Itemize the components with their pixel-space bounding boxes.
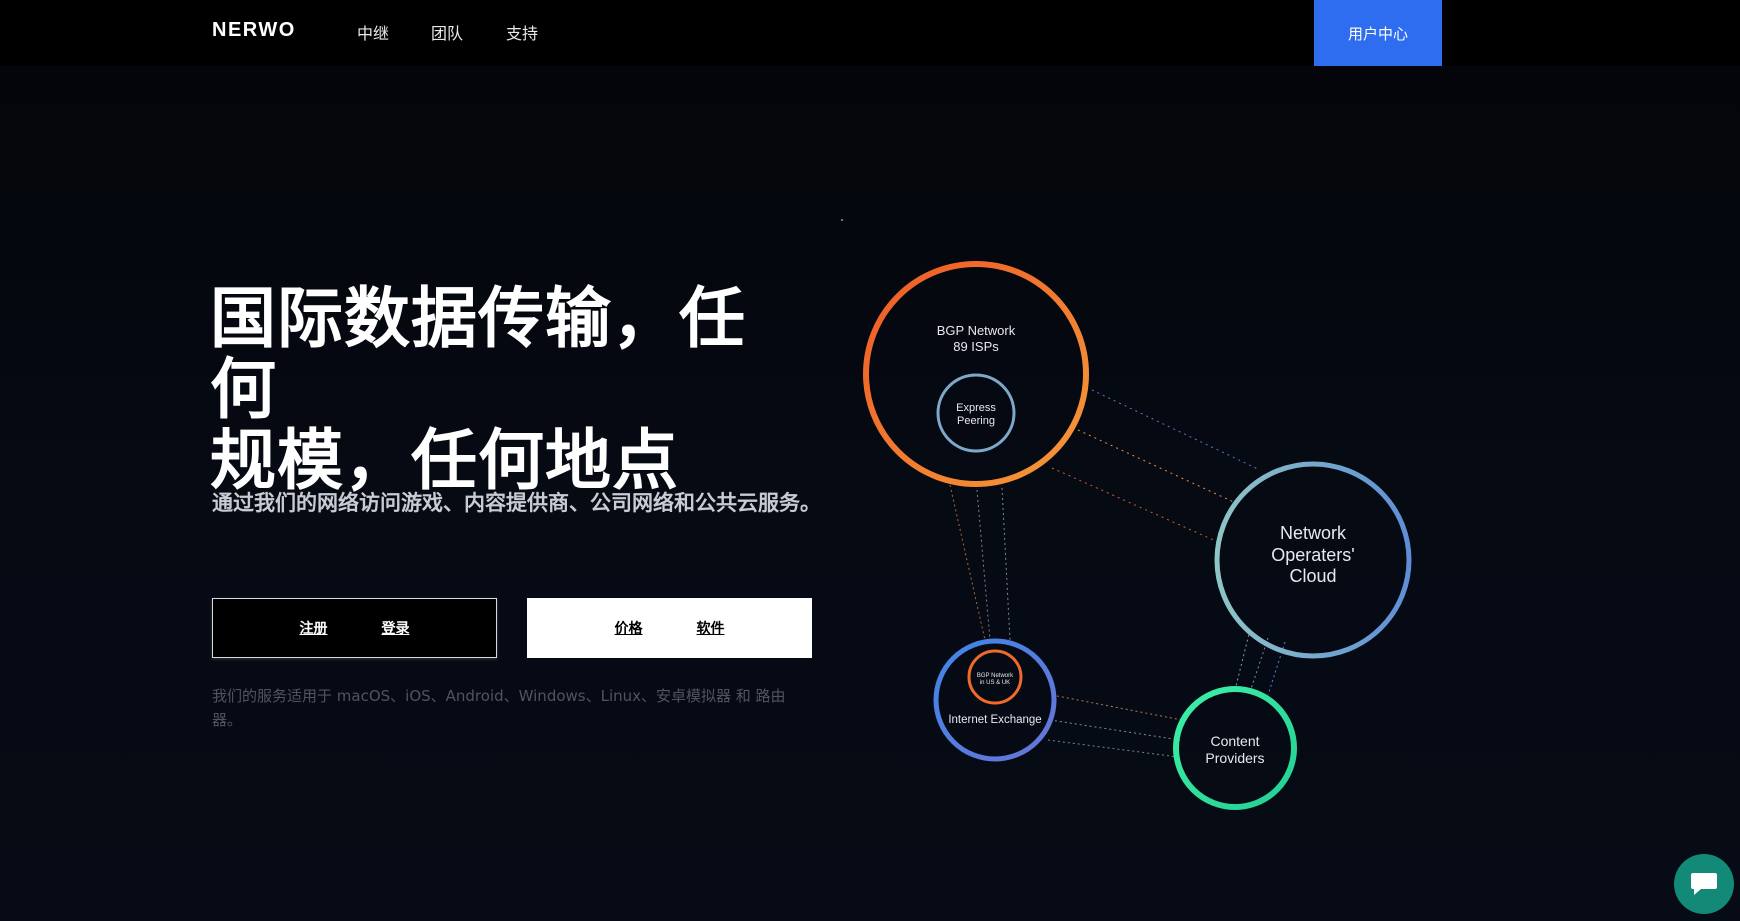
express-peering-label: Express Peering	[956, 402, 996, 428]
hero-headline: 国际数据传输，任何 规模，任何地点	[210, 283, 810, 496]
internet-exchange-label: Internet Exchange	[948, 714, 1042, 726]
hero-subtext: 通过我们的网络访问游戏、内容提供商、公司网络和公共云服务。	[212, 491, 821, 515]
headline-line-1: 国际数据传输，任何	[210, 280, 746, 428]
network-diagram: BGP Network 89 ISPs Express Peering Netw…	[830, 200, 1440, 840]
account-button-group: 注册 登录	[212, 598, 497, 658]
connection-ix-content	[1047, 694, 1183, 758]
platforms-note: 我们的服务适用于 macOS、iOS、Android、Windows、Linux…	[212, 687, 786, 729]
user-center-button[interactable]: 用户中心	[1314, 0, 1442, 66]
software-link[interactable]: 软件	[697, 618, 725, 638]
pricing-link[interactable]: 价格	[615, 618, 643, 638]
register-link[interactable]: 注册	[300, 618, 328, 638]
nav-link-relay[interactable]: 中继	[357, 20, 389, 44]
chat-bubble-icon	[1689, 871, 1719, 897]
top-nav: NERWO 中继 团队 支持 用户中心	[0, 0, 1740, 66]
page: NERWO 中继 团队 支持 用户中心 国际数据传输，任何 规模，任何地点 通过…	[0, 0, 1740, 921]
info-button-group: 价格 软件	[527, 598, 812, 658]
star-dot	[841, 219, 843, 221]
headline-line-2: 规模，任何地点	[210, 422, 679, 499]
login-link[interactable]: 登录	[382, 618, 410, 638]
chat-button[interactable]	[1674, 854, 1734, 914]
nav-link-team[interactable]: 团队	[431, 20, 463, 44]
connection-bgp-ix	[949, 484, 1011, 641]
nav-link-support[interactable]: 支持	[506, 20, 538, 44]
brand-logo[interactable]: NERWO	[212, 19, 296, 42]
bgp-network-label: BGP Network 89 ISPs	[936, 323, 1016, 354]
content-providers-label: Content Providers	[1205, 733, 1265, 766]
cloud-label: Network Operaters' Cloud	[1271, 523, 1355, 587]
ix-bgp-label: BGP Network in US & UK	[976, 673, 1014, 687]
network-diagram-graphic	[841, 219, 1412, 810]
internet-exchange-node	[933, 638, 1057, 762]
